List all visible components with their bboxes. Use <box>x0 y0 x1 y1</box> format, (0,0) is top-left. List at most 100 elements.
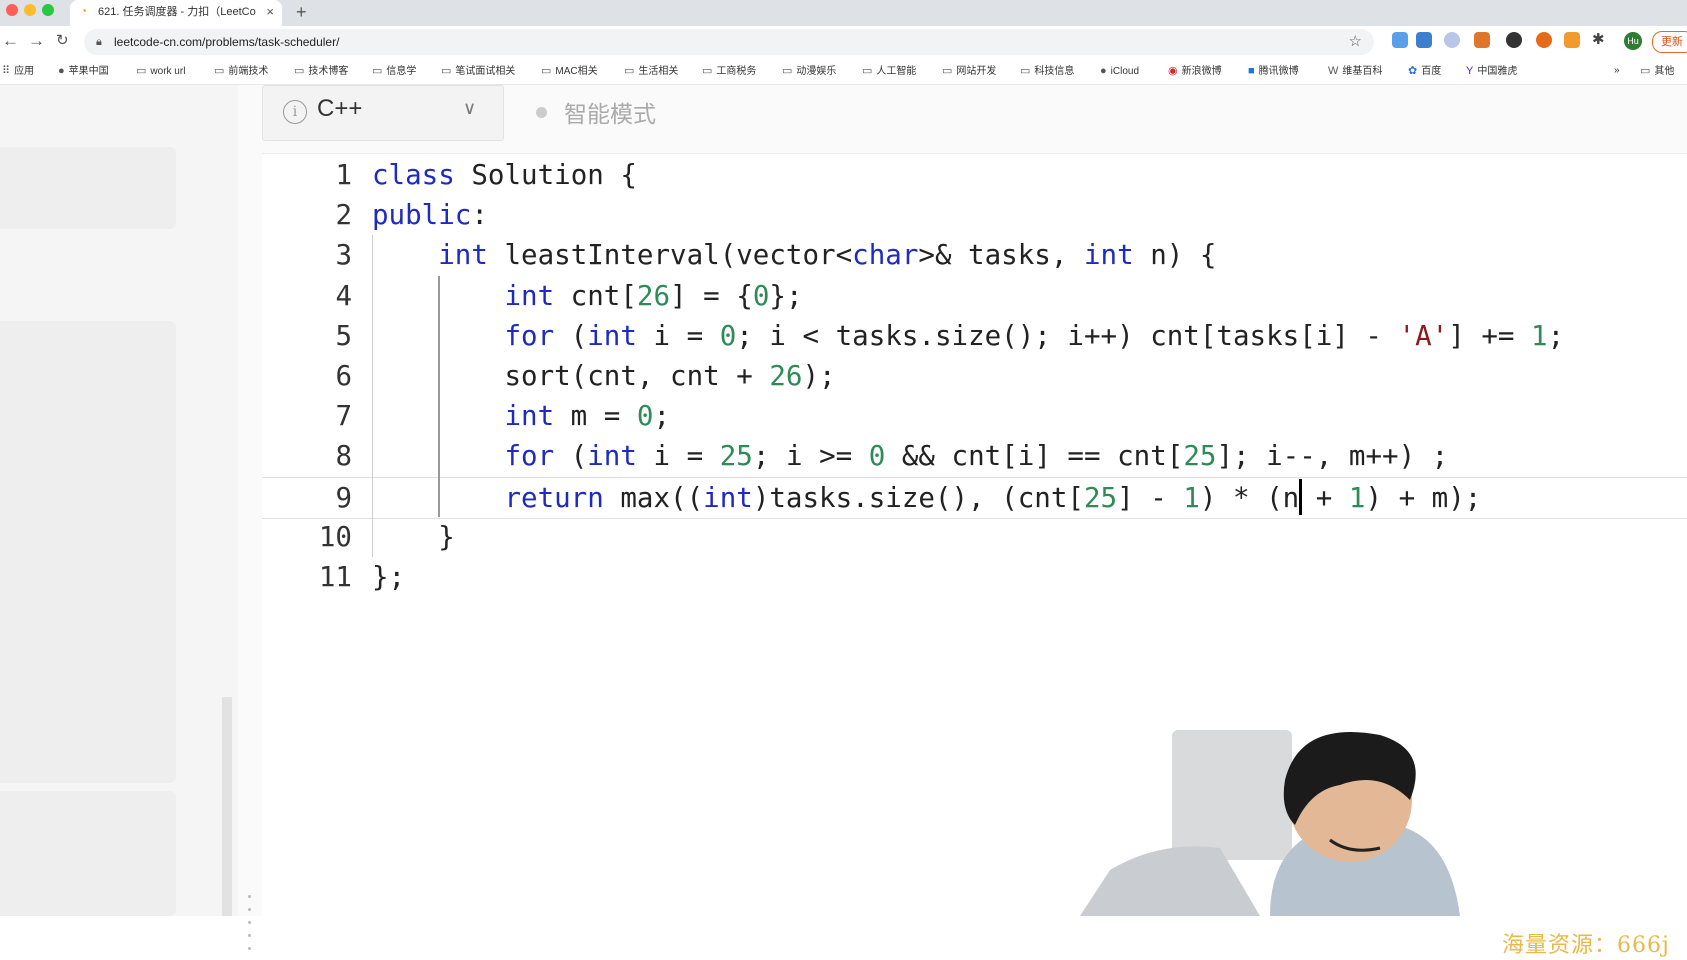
code-line[interactable]: 9 return max((int)tasks.size(), (cnt[25]… <box>262 476 1687 519</box>
bookmark-label: 前端技术 <box>228 66 269 77</box>
code-line[interactable]: 11}; <box>262 557 1687 597</box>
bookmark-item[interactable]: ▭ 信息学 <box>372 58 416 84</box>
language-select[interactable]: i C++ ∨ <box>262 85 504 141</box>
extension-icon[interactable] <box>1506 32 1522 48</box>
bookmark-item[interactable]: ▭ 工商税务 <box>702 58 756 84</box>
folder-icon: ▭ <box>294 65 305 77</box>
bookmark-item[interactable]: W 维基百科 <box>1328 58 1382 84</box>
bookmarks-bar: ⠿ 应用 ● 苹果中国 ▭ work url ▭ 前端技术 ▭ 技术博客 ▭ 信息学 ▭ 笔试… <box>0 58 1687 85</box>
presenter-webcam-image <box>1080 730 1460 916</box>
bookmark-item[interactable]: Y 中国雅虎 <box>1466 58 1517 84</box>
back-arrow-icon[interactable]: ← <box>2 31 19 51</box>
bookmark-item[interactable]: ⠿ 应用 <box>2 58 34 84</box>
line-number: 10 <box>318 520 352 553</box>
bookmark-star-icon[interactable]: ☆ <box>1349 29 1362 55</box>
bookmark-item[interactable]: ● 苹果中国 <box>58 58 109 84</box>
bookmark-label: iCloud <box>1110 66 1140 77</box>
bookmark-item-other[interactable]: ▭ 其他 <box>1640 58 1674 84</box>
bookmark-label: 动漫娱乐 <box>796 66 837 77</box>
address-url[interactable]: leetcode-cn.com/problems/task-scheduler/ <box>114 29 339 55</box>
address-bar[interactable]: 🔒︎ leetcode-cn.com/problems/task-schedul… <box>84 29 1374 55</box>
bookmark-item[interactable]: ▭ work url <box>136 58 185 84</box>
window-zoom-button[interactable] <box>42 4 54 16</box>
code-line[interactable]: 6 sort(cnt, cnt + 26); <box>262 356 1687 396</box>
folder-icon: ▭ <box>1020 65 1031 77</box>
code-text[interactable]: int cnt[26] = {0}; <box>372 276 802 316</box>
bookmark-item[interactable]: ▭ 人工智能 <box>862 58 916 84</box>
folder-icon: ▭ <box>702 65 713 77</box>
tab-close-icon[interactable]: × <box>266 0 274 24</box>
code-line[interactable]: 7 int m = 0; <box>262 396 1687 436</box>
panel-resize-handle[interactable] <box>248 895 254 960</box>
extension-icon[interactable] <box>1416 32 1432 48</box>
code-line[interactable]: 1 class Solution { <box>262 155 1687 195</box>
smart-mode-toggle[interactable]: 智能模式 <box>564 95 656 129</box>
extension-icon[interactable] <box>1536 32 1552 48</box>
bookmark-item[interactable]: ■ 腾讯微博 <box>1248 58 1299 84</box>
bookmark-item[interactable]: ▭ 动漫娱乐 <box>782 58 836 84</box>
bookmark-label: 工商税务 <box>716 66 757 77</box>
extension-icon[interactable] <box>1564 32 1580 48</box>
code-text[interactable]: } <box>372 517 455 557</box>
code-line[interactable]: 10 } <box>262 517 1687 557</box>
code-line[interactable]: 3 int leastInterval(vector<char>& tasks,… <box>262 235 1687 275</box>
code-text[interactable]: for (int i = 25; i >= 0 && cnt[i] == cnt… <box>372 436 1448 476</box>
apple-icon: ● <box>1100 65 1107 77</box>
code-line[interactable]: 2 public: <box>262 195 1687 235</box>
line-number: 4 <box>335 279 352 312</box>
new-tab-button[interactable]: + <box>296 0 307 24</box>
window-close-button[interactable] <box>6 4 18 16</box>
bookmark-item[interactable]: ▭ 科技信息 <box>1020 58 1074 84</box>
reload-icon[interactable]: ↻ <box>56 31 69 51</box>
metamask-icon[interactable] <box>1474 32 1490 48</box>
problem-panel-scrollbar[interactable] <box>222 697 232 916</box>
extension-icon[interactable] <box>1392 32 1408 48</box>
bookmark-label: 中国雅虎 <box>1477 66 1518 77</box>
code-line[interactable]: 4 int cnt[26] = {0}; <box>262 276 1687 316</box>
bookmark-item[interactable]: ▭ MAC相关 <box>541 58 598 84</box>
indent-guide <box>438 275 441 517</box>
folder-icon: ▭ <box>136 65 147 77</box>
bookmark-label: 应用 <box>14 66 35 77</box>
bookmark-item[interactable]: ▭ 前端技术 <box>214 58 268 84</box>
language-label: C++ <box>317 95 363 122</box>
bookmark-item[interactable]: ● iCloud <box>1100 58 1139 84</box>
profile-avatar[interactable]: Hu <box>1624 32 1642 50</box>
bookmark-item[interactable]: ▭ 技术博客 <box>294 58 348 84</box>
bookmark-item[interactable]: ▭ 生活相关 <box>624 58 678 84</box>
browser-tab-strip: ◔ 621. 任务调度器 - 力扣（LeetCo × + <box>0 0 1687 26</box>
bookmark-label: 生活相关 <box>638 66 679 77</box>
browser-tab-active[interactable]: ◔ 621. 任务调度器 - 力扣（LeetCo × <box>70 0 282 26</box>
problem-card <box>0 321 176 783</box>
bookmark-item[interactable]: ◉ 新浪微博 <box>1168 58 1222 84</box>
code-text[interactable]: return max((int)tasks.size(), (cnt[25] -… <box>372 478 1481 518</box>
puzzle-extensions-icon[interactable]: ✱ <box>1592 32 1608 48</box>
bookmarks-overflow-button[interactable]: » <box>1614 58 1620 84</box>
bookmark-item[interactable]: ▭ 网站开发 <box>942 58 996 84</box>
code-text[interactable]: class Solution { <box>372 155 637 195</box>
update-button[interactable]: 更新 <box>1652 31 1687 53</box>
code-text[interactable]: int m = 0; <box>372 396 670 436</box>
bookmark-item[interactable]: ✿ 百度 <box>1408 58 1441 84</box>
code-line[interactable]: 8 for (int i = 25; i >= 0 && cnt[i] == c… <box>262 436 1687 476</box>
info-icon: i <box>283 100 307 124</box>
code-text[interactable]: for (int i = 0; i < tasks.size(); i++) c… <box>372 316 1564 356</box>
code-text[interactable]: sort(cnt, cnt + 26); <box>372 356 835 396</box>
extension-icon[interactable] <box>1444 32 1460 48</box>
bookmark-item[interactable]: ▭ 笔试面试相关 <box>441 58 515 84</box>
code-text[interactable]: }; <box>372 557 405 597</box>
folder-icon: ▭ <box>942 65 953 77</box>
bookmark-label: 技术博客 <box>308 66 349 77</box>
forward-arrow-icon[interactable]: → <box>28 31 45 51</box>
bookmark-label: 笔试面试相关 <box>455 66 516 77</box>
lock-icon: 🔒︎ <box>96 36 102 48</box>
code-line[interactable]: 5 for (int i = 0; i < tasks.size(); i++)… <box>262 316 1687 356</box>
window-minimize-button[interactable] <box>24 4 36 16</box>
indent-guide <box>372 235 373 557</box>
folder-icon: ▭ <box>862 65 873 77</box>
code-text[interactable]: public: <box>372 195 488 235</box>
problem-panel <box>0 85 238 916</box>
line-number: 1 <box>335 159 352 191</box>
code-text[interactable]: int leastInterval(vector<char>& tasks, i… <box>372 235 1216 275</box>
weibo-icon: ◉ <box>1168 65 1178 77</box>
